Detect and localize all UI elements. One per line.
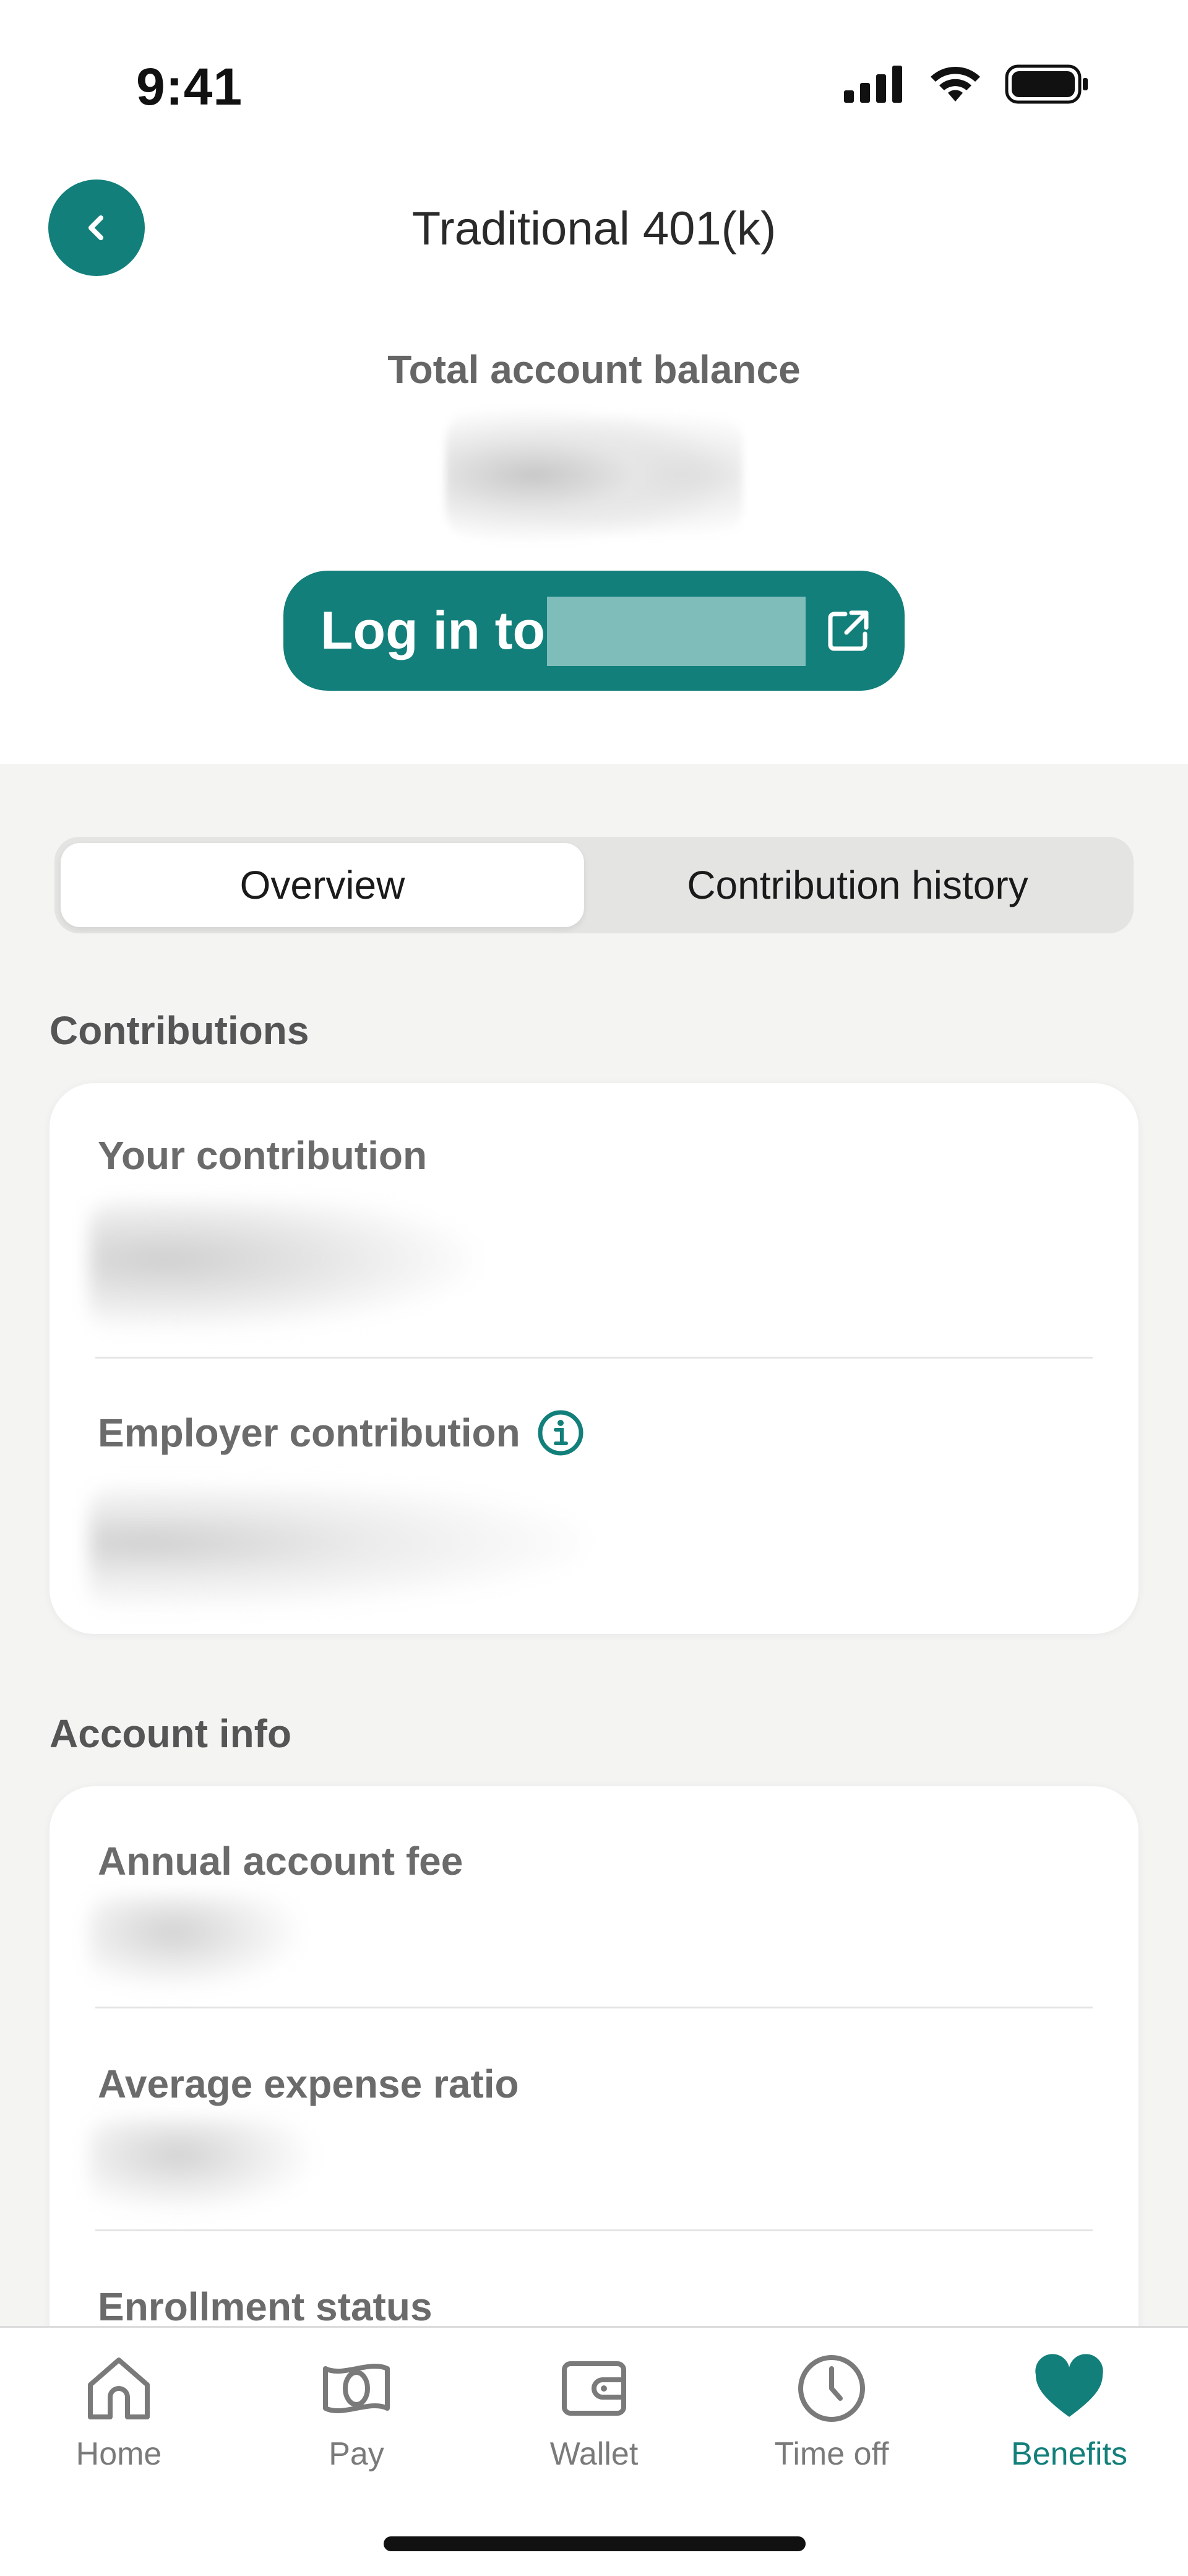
employer-contribution-value-redacted: [89, 1487, 584, 1610]
tab-time-off-label: Time off: [774, 2436, 889, 2472]
info-icon[interactable]: [536, 1409, 585, 1457]
wifi-icon: [931, 67, 980, 102]
page-title: Traditional 401(k): [411, 202, 777, 255]
status-icons: [844, 64, 1089, 104]
divider: [95, 2007, 1093, 2008]
pay-icon: [323, 2364, 390, 2413]
tab-wallet[interactable]: Wallet: [475, 2353, 713, 2473]
expense-ratio-value-redacted: [89, 2118, 312, 2211]
expense-ratio-text: Average expense ratio: [98, 2062, 519, 2106]
tab-wallet-label: Wallet: [549, 2436, 639, 2472]
home-icon: [88, 2358, 150, 2419]
your-contribution-label: Your contribution: [98, 1133, 427, 1178]
status-time: 9:41: [136, 58, 243, 116]
annual-fee-value-redacted: [89, 1895, 299, 1988]
balance-value-redacted: [446, 405, 742, 545]
your-contribution-value-redacted: [89, 1201, 473, 1331]
tab-benefits-label: Benefits: [1011, 2436, 1127, 2472]
tab-home-label: Home: [75, 2436, 162, 2472]
login-button[interactable]: Log in to: [283, 571, 905, 691]
external-link-icon: [828, 610, 869, 651]
tab-home[interactable]: Home: [0, 2353, 238, 2473]
heart-icon: [1035, 2354, 1103, 2417]
tab-benefits[interactable]: Benefits: [950, 2353, 1188, 2473]
contributions-heading: Contributions: [50, 1008, 309, 1053]
account-info-heading: Account info: [50, 1711, 292, 1756]
wallet-icon: [562, 2361, 626, 2416]
tab-contribution-history[interactable]: Contribution history: [587, 843, 1129, 927]
divider: [95, 2229, 1093, 2231]
enrollment-status-text: Enrollment status: [98, 2284, 433, 2329]
divider: [95, 1357, 1093, 1359]
clock-icon: [798, 2355, 865, 2422]
cellular-signal-icon: [844, 66, 902, 103]
tab-time-off[interactable]: Time off: [713, 2353, 950, 2473]
employer-contribution-text: Employer contribution: [98, 1411, 520, 1455]
annual-fee-label: Annual account fee: [98, 1838, 463, 1884]
tab-overview[interactable]: Overview: [61, 843, 584, 927]
status-bar: 9:41: [0, 0, 1188, 142]
annual-fee-text: Annual account fee: [98, 1839, 463, 1883]
battery-icon: [1005, 64, 1088, 104]
tab-pay[interactable]: Pay: [238, 2353, 475, 2473]
home-indicator: [384, 2536, 806, 2551]
employer-contribution-label: Employer contribution: [98, 1409, 585, 1457]
login-provider-redacted: [547, 597, 806, 666]
login-button-label: Log in to: [321, 600, 545, 660]
balance-label: Total account balance: [387, 347, 801, 392]
segmented-control: Overview Contribution history: [54, 837, 1134, 933]
tab-pay-label: Pay: [329, 2436, 384, 2472]
your-contribution-text: Your contribution: [98, 1133, 428, 1178]
enrollment-status-label: Enrollment status: [98, 2284, 433, 2330]
expense-ratio-label: Average expense ratio: [98, 2061, 519, 2107]
contributions-card: Your contribution Employer contribution: [50, 1083, 1138, 1634]
